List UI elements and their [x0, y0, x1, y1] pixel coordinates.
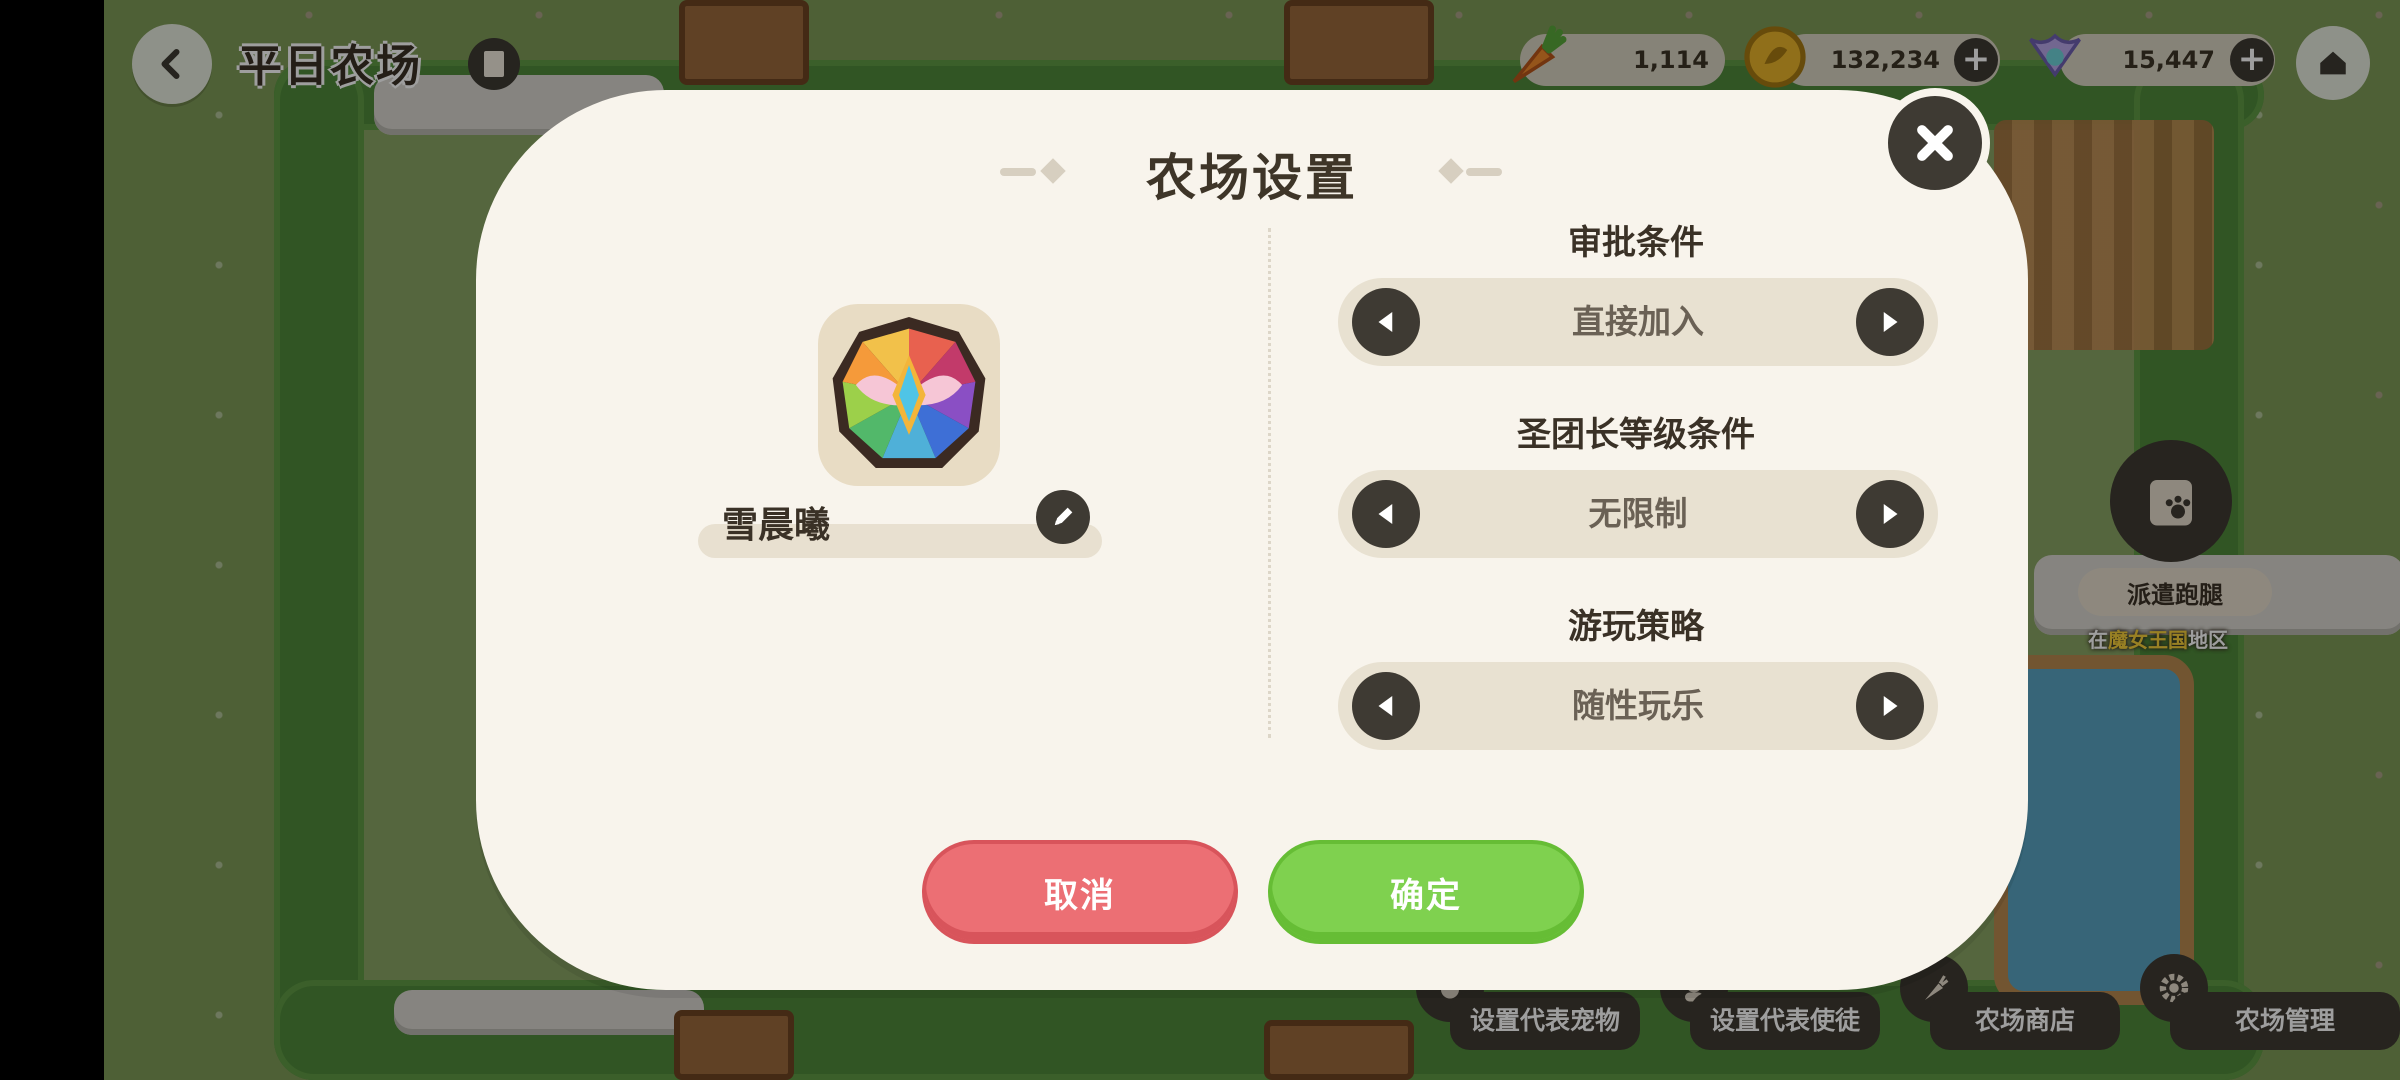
stained-glass-emblem-icon	[832, 316, 986, 469]
play-strategy-label: 游玩策略	[1568, 607, 1704, 647]
leader-level-condition-label: 圣团长等级条件	[1517, 415, 1755, 455]
confirm-button[interactable]: 确定	[1268, 840, 1584, 944]
cancel-button[interactable]: 取消	[922, 840, 1238, 944]
edit-name-button[interactable]	[1036, 490, 1090, 544]
farm-emblem[interactable]	[818, 304, 1000, 486]
pencil-icon	[1054, 507, 1073, 526]
close-icon	[1917, 125, 1953, 161]
triangle-right-icon	[1883, 696, 1898, 716]
leader-level-condition-selector: 无限制	[1338, 470, 1938, 558]
title-decoration	[1466, 168, 1502, 176]
player-name: 雪晨曦	[722, 505, 831, 546]
triangle-right-icon	[1883, 504, 1898, 524]
leader-level-next-button[interactable]	[1856, 480, 1924, 548]
title-decoration	[1000, 168, 1036, 176]
approval-condition-value: 直接加入	[1572, 302, 1704, 341]
dialog-title: 农场设置	[1146, 149, 1358, 207]
triangle-right-icon	[1883, 312, 1898, 332]
play-strategy-selector: 随性玩乐	[1338, 662, 1938, 750]
close-button[interactable]	[1880, 88, 1990, 198]
leader-level-condition-value: 无限制	[1588, 494, 1688, 533]
approval-next-button[interactable]	[1856, 288, 1924, 356]
approval-condition-label: 审批条件	[1568, 223, 1704, 263]
play-strategy-value: 随性玩乐	[1572, 686, 1704, 725]
play-strategy-next-button[interactable]	[1856, 672, 1924, 740]
section-divider	[1268, 228, 1271, 738]
approval-condition-selector: 直接加入	[1338, 278, 1938, 366]
